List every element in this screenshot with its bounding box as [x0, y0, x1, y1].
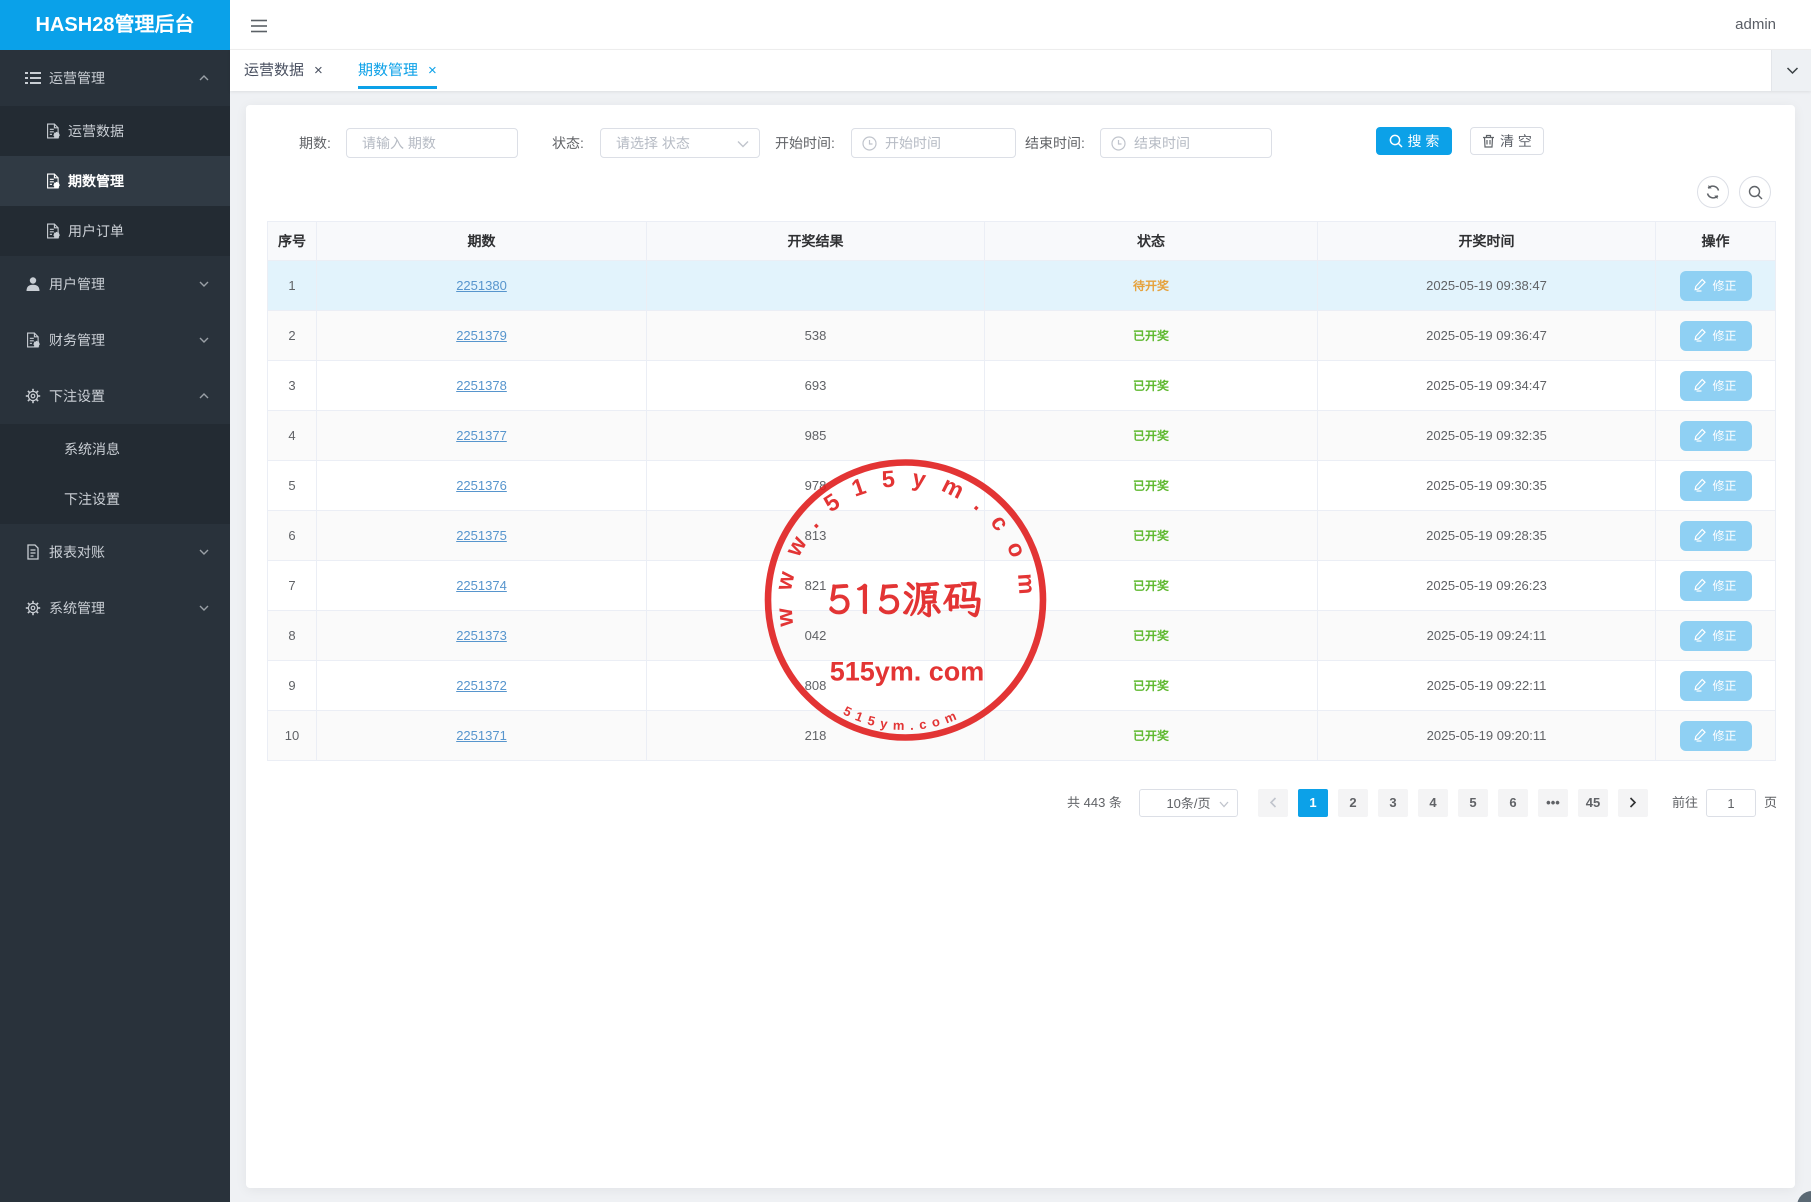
svg-text:515源码: 515源码	[827, 571, 983, 625]
svg-text:515ym. com: 515ym. com	[830, 657, 985, 687]
